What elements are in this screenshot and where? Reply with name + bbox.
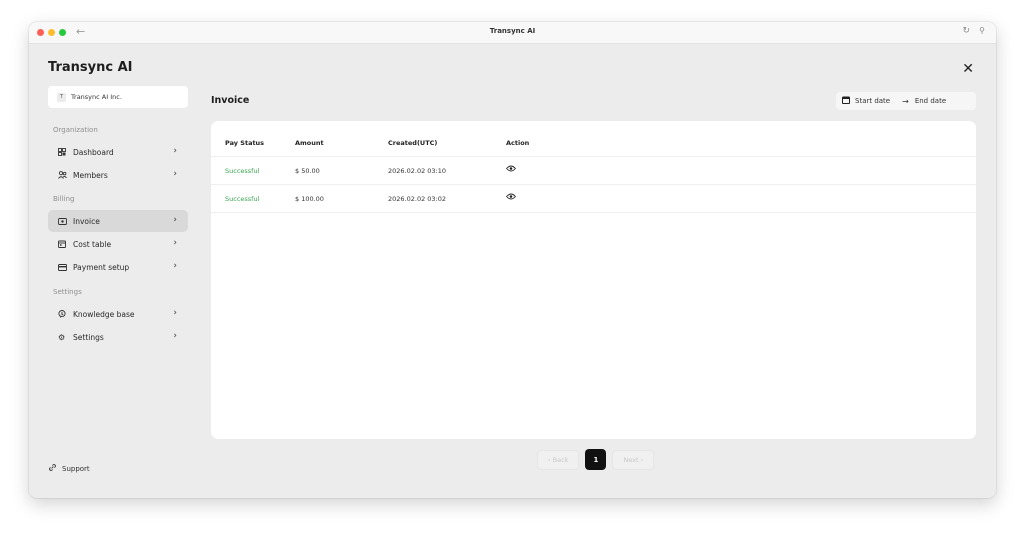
card-icon xyxy=(58,263,70,271)
column-header: Amount xyxy=(295,139,324,147)
gear-icon: ⚙ xyxy=(58,332,66,342)
sidebar-item-label: Dashboard xyxy=(73,147,114,157)
sidebar-item-label: Settings xyxy=(73,332,104,342)
chevron-right-icon: › xyxy=(173,146,177,156)
sidebar-item-label: Members xyxy=(73,170,108,180)
brand-title: Transync AI xyxy=(48,60,133,75)
reload-icon[interactable]: ↻ xyxy=(962,26,970,36)
sidebar-item-settings[interactable]: ⚙ Settings › xyxy=(48,326,188,348)
sidebar-item-payment-setup[interactable]: Payment setup › xyxy=(48,256,188,278)
chevron-right-icon: › xyxy=(173,215,177,225)
date-range-picker[interactable]: Start date → End date xyxy=(836,92,976,110)
end-date-input[interactable]: End date xyxy=(915,97,946,105)
table-row: Successful $ 50.00 2026.02.02 03:10 xyxy=(211,157,976,185)
invoice-table: Pay Status Amount Created(UTC) Action Su… xyxy=(211,121,976,439)
page-1-button[interactable]: 1 xyxy=(585,449,607,470)
pin-icon[interactable]: ⚲ xyxy=(979,26,985,35)
chevron-right-icon: › xyxy=(173,331,177,341)
sidebar-item-knowledge-base[interactable]: Knowledge base › xyxy=(48,303,188,325)
back-button[interactable]: ‹ Back xyxy=(537,449,580,470)
title-bar: ← Transync AI ↻ ⚲ xyxy=(29,22,996,44)
pay-status: Successful xyxy=(225,195,260,203)
chevron-right-icon: › xyxy=(173,261,177,271)
chevron-right-icon: › xyxy=(173,238,177,248)
table-row: Successful $ 100.00 2026.02.02 03:02 xyxy=(211,185,976,213)
eye-icon[interactable] xyxy=(506,165,516,174)
sidebar-item-cost-table[interactable]: Cost table › xyxy=(48,233,188,255)
org-name: Transync AI Inc. xyxy=(71,93,122,101)
sidebar-item-dashboard[interactable]: Dashboard › xyxy=(48,141,188,163)
section-organization: Organization xyxy=(53,126,98,134)
table-header: Pay Status Amount Created(UTC) Action xyxy=(211,129,976,157)
sidebar-item-invoice[interactable]: Invoice › xyxy=(48,210,188,232)
sidebar-item-label: Knowledge base xyxy=(73,309,135,319)
start-date-input[interactable]: Start date xyxy=(855,97,890,105)
calendar-icon xyxy=(58,240,70,248)
next-button[interactable]: Next › xyxy=(612,449,655,470)
amount: $ 50.00 xyxy=(295,167,320,175)
link-icon xyxy=(48,463,57,474)
chevron-right-icon: › xyxy=(173,169,177,179)
sidebar-item-label: Invoice xyxy=(73,216,100,226)
created-date: 2026.02.02 03:10 xyxy=(388,167,447,175)
pay-status: Successful xyxy=(225,167,260,175)
eye-icon[interactable] xyxy=(506,193,516,202)
arrow-right-icon: → xyxy=(902,96,909,106)
section-settings: Settings xyxy=(53,288,82,296)
org-selector[interactable]: T Transync AI Inc. xyxy=(48,86,188,108)
members-icon xyxy=(58,171,70,179)
brain-icon xyxy=(58,310,70,318)
column-header: Action xyxy=(506,139,530,147)
sidebar-item-label: Cost table xyxy=(73,239,112,249)
support-label: Support xyxy=(62,464,90,473)
invoice-icon xyxy=(58,217,70,225)
page-title: Invoice xyxy=(211,95,250,106)
created-date: 2026.02.02 03:02 xyxy=(388,195,447,203)
calendar-icon xyxy=(842,96,850,106)
section-billing: Billing xyxy=(53,195,75,203)
amount: $ 100.00 xyxy=(295,195,324,203)
column-header: Created(UTC) xyxy=(388,139,438,147)
column-header: Pay Status xyxy=(225,139,265,147)
close-icon[interactable]: ✕ xyxy=(962,61,974,77)
sidebar-item-members[interactable]: Members › xyxy=(48,164,188,186)
dashboard-icon xyxy=(58,148,70,156)
sidebar-item-label: Payment setup xyxy=(73,262,130,272)
pagination: ‹ Back 1 Next › xyxy=(537,449,655,470)
chevron-right-icon: › xyxy=(173,308,177,318)
org-avatar: T xyxy=(57,92,66,102)
support-link[interactable]: Support xyxy=(48,463,90,474)
window-title: Transync AI xyxy=(489,27,536,35)
app-window: ← Transync AI ↻ ⚲ Transync AI ✕ T Transy… xyxy=(29,22,996,498)
